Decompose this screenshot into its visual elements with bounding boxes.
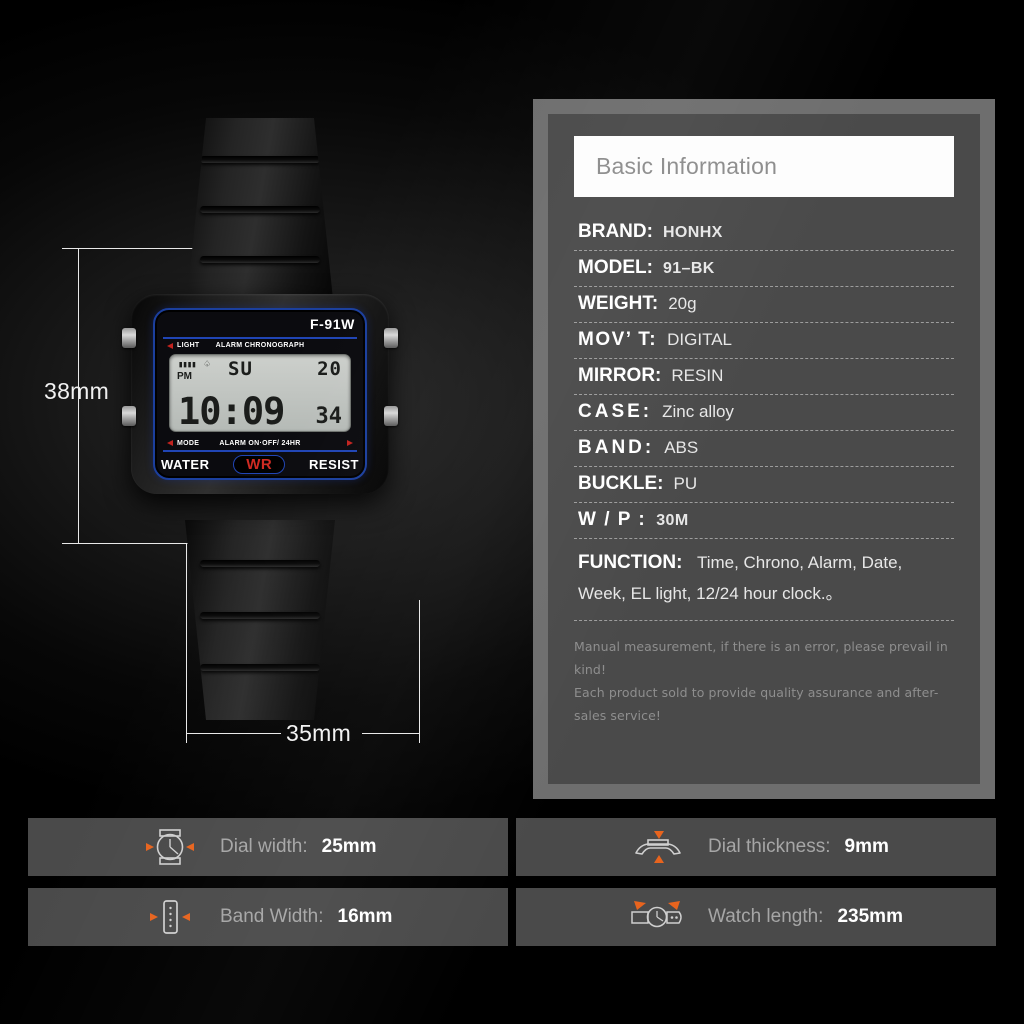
disclaimer-line: Manual measurement, if there is an error… <box>574 638 948 677</box>
spec-key: BUCKLE: <box>578 473 664 494</box>
spec-value: 30M <box>656 512 689 529</box>
watch-strap-bottom <box>185 520 335 720</box>
pusher-top-right-icon <box>384 328 398 348</box>
dial-rule-bottom <box>163 450 357 452</box>
function-key: FUNCTION: <box>578 552 683 573</box>
product-spec-image: 38mm 35mm F-91W LIGHT ALARM CHRONOGRAPH … <box>0 0 1024 1024</box>
bar-dial-width: Dial width: 25mm <box>28 818 508 876</box>
dial-alarm-label: ALARM ON·OFF/ 24HR <box>219 440 301 447</box>
lcd-pm-indicator: PM <box>177 371 192 382</box>
spec-key: MOV’ T: <box>578 329 658 350</box>
bar-band-width: Band Width: 16mm <box>28 888 508 946</box>
dimension-height-label: 38mm <box>44 378 110 404</box>
spec-key: CASE: <box>578 401 653 422</box>
disclaimer-line: Each product sold to provide quality ass… <box>574 685 939 724</box>
spec-row: MIRROR: RESIN <box>574 359 954 395</box>
bar-value: 16mm <box>337 906 393 927</box>
bar-value: 9mm <box>844 836 889 857</box>
dimension-width-label: 35mm <box>286 720 352 746</box>
spec-row: BUCKLE: PU <box>574 467 954 503</box>
battery-bars-icon: ▮▮▮▮ <box>178 360 197 370</box>
spec-value: ABS <box>664 438 699 457</box>
watch-strap-top <box>185 118 335 318</box>
dial-rule-top <box>163 337 357 339</box>
spec-row: CASE: Zinc alloy <box>574 395 954 431</box>
spec-value: Zinc alloy <box>662 402 734 421</box>
pusher-top-left-icon <box>122 328 136 348</box>
spec-row-function: FUNCTION: Time, Chrono, Alarm, Date, Wee… <box>574 539 954 621</box>
spec-key: MIRROR: <box>578 365 662 386</box>
bar-label: Watch length: <box>708 906 824 927</box>
bar-value: 235mm <box>837 906 903 927</box>
spec-key: BAND: <box>578 437 655 458</box>
spec-key: MODEL: <box>578 257 653 278</box>
water-label: WATER <box>161 456 210 472</box>
dimension-guide-width-left <box>186 733 281 734</box>
watch-case: F-91W LIGHT ALARM CHRONOGRAPH ▮▮▮▮ ♤ PM … <box>122 294 398 494</box>
bar-label: Dial width: <box>220 836 308 857</box>
bar-value: 25mm <box>321 836 377 857</box>
basic-information-panel: Basic Information BRAND: HONHX MODEL: 91… <box>533 99 995 799</box>
lcd-screen: ▮▮▮▮ ♤ PM SU 20 10:09 34 <box>169 354 351 432</box>
watch-band-icon <box>138 897 202 937</box>
dial-chrono-label: ALARM CHRONOGRAPH <box>215 342 305 349</box>
spec-value: 20g <box>668 294 697 313</box>
spec-key: W / P : <box>578 509 647 530</box>
lcd-seconds: 34 <box>315 404 343 429</box>
wr-badge: WR <box>233 454 286 474</box>
dial-model-print: F-91W <box>310 316 355 332</box>
pusher-bottom-right-icon <box>384 406 398 426</box>
spec-value: HONHX <box>662 224 723 241</box>
watch-length-icon <box>626 897 690 937</box>
spec-row: MODEL: 91–BK <box>574 251 954 287</box>
bar-dial-thickness: Dial thickness: 9mm <box>516 818 996 876</box>
dimension-guide-width-right <box>362 733 420 734</box>
dimension-guide-top <box>62 248 207 249</box>
spec-list: BRAND: HONHX MODEL: 91–BK WEIGHT: 20g MO… <box>574 215 954 621</box>
spec-value: 91–BK <box>662 260 715 277</box>
bar-label: Dial thickness: <box>708 836 831 857</box>
measurement-bars: Dial width: 25mm Dial thickness: 9mm Ban… <box>28 818 996 950</box>
bar-label: Band Width: <box>220 906 324 927</box>
resist-label: RESIST <box>309 456 359 472</box>
lcd-day: SU <box>228 358 253 380</box>
lcd-top-row: ▮▮▮▮ ♤ PM SU 20 <box>176 358 344 384</box>
panel-inner: Basic Information BRAND: HONHX MODEL: 91… <box>548 114 980 784</box>
watch-dial: F-91W LIGHT ALARM CHRONOGRAPH ▮▮▮▮ ♤ PM … <box>153 308 367 480</box>
lcd-time: 10:09 <box>178 390 285 433</box>
alarm-arrow-icon <box>347 440 353 446</box>
watch-profile-icon <box>626 827 690 867</box>
spec-row: W / P : 30M <box>574 503 954 539</box>
bar-watch-length: Watch length: 235mm <box>516 888 996 946</box>
spec-value: RESIN <box>671 366 724 385</box>
dimension-guide-left-vertical <box>186 543 187 743</box>
spec-key: BRAND: <box>578 221 653 242</box>
spec-row: BAND: ABS <box>574 431 954 467</box>
pusher-bottom-left-icon <box>122 406 136 426</box>
spec-value: PU <box>673 474 698 493</box>
spec-row: WEIGHT: 20g <box>574 287 954 323</box>
watch-photo-area: 38mm 35mm F-91W LIGHT ALARM CHRONOGRAPH … <box>0 0 520 800</box>
panel-title: Basic Information <box>574 136 954 197</box>
spec-row: MOV’ T: DIGITAL <box>574 323 954 359</box>
bell-icon: ♤ <box>204 359 211 370</box>
water-resist-row: WATER WR RESIST <box>161 454 359 474</box>
watch-dial-icon <box>138 827 202 867</box>
dimension-guide-right-vertical <box>419 600 420 743</box>
spec-value: DIGITAL <box>667 330 732 349</box>
lcd-date: 20 <box>317 358 342 380</box>
spec-row: BRAND: HONHX <box>574 215 954 251</box>
spec-key: WEIGHT: <box>578 293 659 314</box>
disclaimer: Manual measurement, if there is an error… <box>574 635 954 728</box>
